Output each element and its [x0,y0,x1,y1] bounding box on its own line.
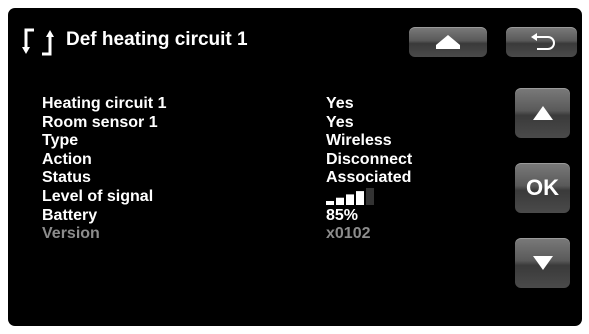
row-label: Battery [42,206,98,224]
row-label: Type [42,132,79,150]
settings-list: Heating circuit 1 Yes Room sensor 1 Yes … [42,95,482,244]
list-item[interactable]: Type Wireless [42,132,482,151]
signal-bar [366,187,374,205]
row-label: Level of signal [42,187,154,205]
row-value: Yes [326,95,354,112]
row-value: Disconnect [326,150,413,168]
row-value: 85% [326,206,359,224]
list-item[interactable]: Action Disconnect [42,151,482,170]
display-screen: Def heating circuit 1 OK Heating circuit… [8,8,582,326]
list-item[interactable]: Heating circuit 1 Yes [42,95,482,114]
down-arrow-icon [532,256,553,270]
row-label: Version [42,225,100,243]
list-item: Version x0102 [42,225,482,244]
ok-button[interactable]: OK [515,163,570,213]
list-item[interactable]: Room sensor 1 Yes [42,114,482,133]
back-button[interactable] [506,27,577,57]
row-label: Room sensor 1 [42,113,158,131]
row-label: Action [42,150,92,168]
home-icon [436,35,460,49]
home-button[interactable] [409,27,487,57]
signal-bar [356,191,364,205]
signal-bar [336,197,344,205]
up-arrow-icon [532,106,553,120]
signal-bar [326,200,334,205]
row-value: x0102 [326,225,371,243]
signal-strength-icon [326,187,374,205]
row-value: Wireless [326,132,392,150]
back-arrow-icon [530,33,555,50]
row-label: Heating circuit 1 [42,95,167,112]
row-value: Associated [326,169,412,187]
list-item[interactable]: Status Associated [42,169,482,188]
row-value: Yes [326,113,354,131]
refresh-bracket-icon [22,28,54,56]
page-title: Def heating circuit 1 [66,29,248,50]
scroll-down-button[interactable] [515,238,570,288]
list-item[interactable]: Battery 85% [42,207,482,226]
ok-button-label: OK [526,175,559,200]
list-item[interactable]: Level of signal [42,187,482,207]
signal-bar [346,194,354,205]
row-label: Status [42,169,91,187]
scroll-up-button[interactable] [515,88,570,138]
